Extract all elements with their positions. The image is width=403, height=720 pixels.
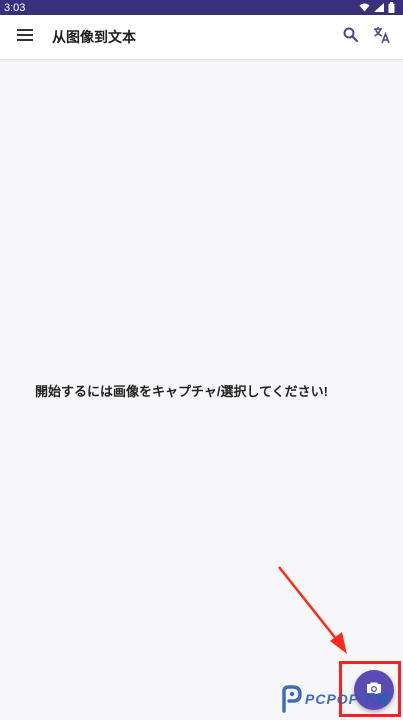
signal-icon	[374, 3, 384, 12]
search-button[interactable]	[336, 23, 364, 51]
wifi-icon	[359, 3, 370, 12]
watermark-logo-icon	[280, 685, 302, 713]
watermark: PCPOP下载	[280, 682, 389, 716]
translate-button[interactable]	[368, 23, 396, 51]
translate-icon	[373, 26, 391, 49]
watermark-text: PCPOP下载	[305, 691, 390, 707]
status-icons	[359, 2, 395, 13]
empty-state-message: 開始するには画像をキャプチャ/選択してください!	[34, 384, 329, 399]
page-title: 从图像到文本	[52, 29, 136, 45]
status-bar: 3:03	[0, 0, 403, 15]
annotation-arrow	[278, 566, 347, 654]
battery-icon	[388, 2, 395, 13]
status-time: 3:03	[4, 1, 26, 14]
app-bar: 从图像到文本	[0, 15, 403, 59]
search-icon	[343, 27, 358, 47]
menu-button[interactable]	[11, 23, 39, 51]
menu-icon	[17, 28, 33, 46]
